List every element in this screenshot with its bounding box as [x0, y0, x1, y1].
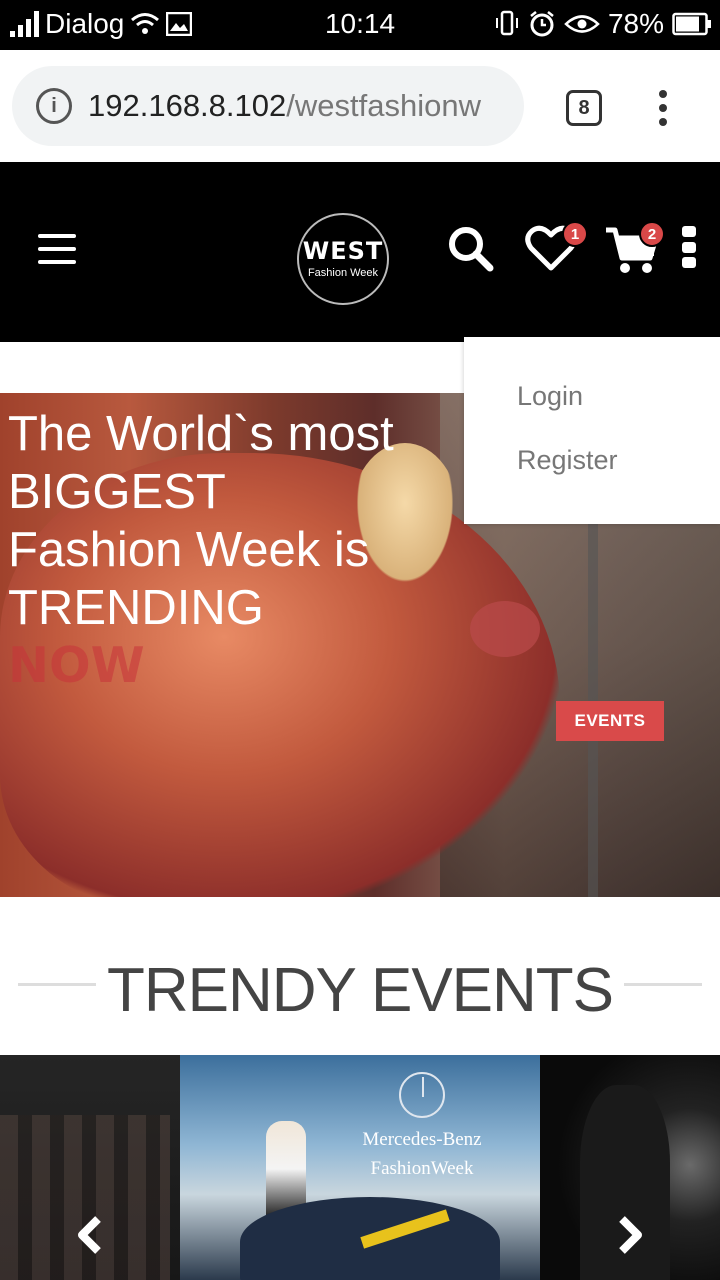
- vibrate-icon: [495, 10, 518, 36]
- account-dropdown: Login Register: [464, 337, 720, 524]
- section-title: TRENDY EVENTS: [106, 956, 614, 1025]
- slide-center-brand: Mercedes-Benz FashionWeek: [330, 1125, 514, 1183]
- url-host: 192.168.8.102: [88, 88, 287, 123]
- hero-line-5: NOW: [8, 637, 145, 694]
- hamburger-menu-icon[interactable]: [38, 234, 76, 264]
- event-slide-center[interactable]: Mercedes-Benz FashionWeek: [180, 1055, 540, 1280]
- login-link[interactable]: Login: [517, 381, 583, 412]
- browser-menu-icon[interactable]: [656, 90, 670, 126]
- hero-line-2: BIGGEST: [8, 465, 226, 519]
- events-carousel: Mercedes-Benz FashionWeek: [0, 1055, 720, 1280]
- search-icon[interactable]: [446, 224, 496, 274]
- wishlist-count-badge: 1: [562, 221, 588, 247]
- eye-icon: [564, 15, 600, 33]
- logo-subtitle: Fashion Week: [307, 267, 379, 279]
- battery-icon: [672, 12, 711, 36]
- hero-line-4: TRENDING: [8, 581, 264, 635]
- site-header: WEST Fashion Week 1 2: [0, 162, 720, 342]
- battery-percent: 78%: [607, 8, 664, 39]
- hero-headline: The World`s most BIGGEST Fashion Week is…: [8, 405, 394, 695]
- site-logo[interactable]: WEST Fashion Week: [297, 213, 389, 305]
- hero-stop-sign: [470, 601, 540, 657]
- cart-count-badge: 2: [639, 221, 665, 247]
- brand-line-2: FashionWeek: [370, 1158, 474, 1179]
- carousel-next-arrow-icon[interactable]: [614, 1215, 648, 1255]
- brand-line-1: Mercedes-Benz: [362, 1129, 482, 1150]
- info-icon[interactable]: i: [36, 88, 72, 124]
- events-button[interactable]: EVENTS: [556, 701, 664, 741]
- logo-title: WEST: [302, 237, 384, 265]
- slide-left-image: [0, 1115, 170, 1280]
- alarm-icon: [530, 11, 554, 37]
- hero-line-1: The World`s most: [8, 407, 394, 461]
- browser-toolbar: i 192.168.8.102/westfashionw 8: [0, 50, 720, 162]
- title-divider-right: [624, 983, 702, 986]
- url-path: /westfashionw: [286, 88, 481, 123]
- status-bar: Dialog 10:14 78%: [0, 0, 720, 50]
- register-link[interactable]: Register: [517, 445, 618, 476]
- status-right: 78%: [494, 8, 712, 40]
- trendy-events-section-header: TRENDY EVENTS: [0, 955, 720, 1035]
- tab-switcher-button[interactable]: 8: [566, 90, 602, 126]
- hero-line-3: Fashion Week is: [8, 523, 370, 577]
- address-bar[interactable]: i 192.168.8.102/westfashionw: [12, 66, 524, 146]
- carousel-prev-arrow-icon[interactable]: [72, 1215, 106, 1255]
- more-options-icon[interactable]: [682, 226, 696, 268]
- mercedes-star-icon: [399, 1072, 445, 1118]
